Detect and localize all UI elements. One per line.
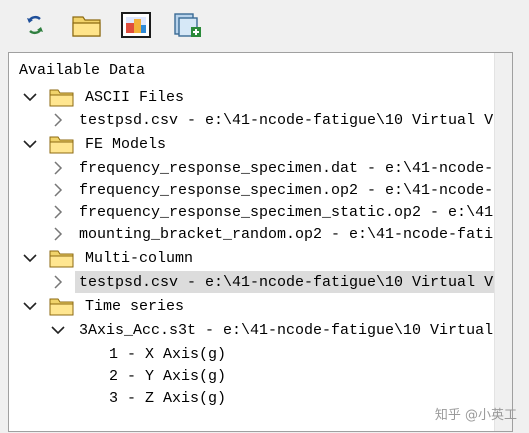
collapse-chevron-fe-item-2[interactable]: [49, 179, 67, 201]
chevron-right-icon: [54, 227, 63, 241]
chevron-down-icon: [23, 93, 37, 102]
tree-channel-z[interactable]: 3 - Z Axis(g): [109, 387, 226, 409]
folder-icon: [49, 89, 74, 107]
chevron-right-icon: [54, 205, 63, 219]
tree-root-label: Available Data: [19, 59, 145, 81]
tree-item-ascii-testpsd[interactable]: testpsd.csv - e:\41-ncode-fatigue\10 Vir…: [79, 109, 511, 131]
folder-icon-fe: [49, 133, 77, 155]
expand-chevron-multicol[interactable]: [21, 247, 39, 269]
tree-item-timeseries-3axis[interactable]: 3Axis_Acc.s3t - e:\41-ncode-fatigue\10 V…: [79, 319, 511, 341]
vertical-scrollbar[interactable]: [494, 53, 512, 431]
collapse-chevron-multicol-item[interactable]: [49, 271, 67, 293]
tree-item-fe-2[interactable]: frequency_response_specimen.op2 - e:\41-…: [79, 179, 511, 201]
tree-item-fe-4[interactable]: mounting_bracket_random.op2 - e:\41-ncod…: [79, 223, 511, 245]
open-folder-icon: [72, 16, 101, 37]
chevron-down-icon: [23, 254, 37, 263]
chevron-right-icon: [54, 113, 63, 127]
expand-chevron-timeseries[interactable]: [21, 295, 39, 317]
folder-icon: [49, 136, 74, 154]
add-data-button[interactable]: [170, 8, 204, 42]
add-data-icon: [174, 13, 201, 37]
chevron-right-icon: [54, 183, 63, 197]
collapse-chevron-fe-item-1[interactable]: [49, 157, 67, 179]
chevron-right-icon: [54, 275, 63, 289]
data-tree-panel[interactable]: Available Data ASCII Files testpsd.csv -…: [8, 52, 513, 432]
tree-item-fe-3[interactable]: frequency_response_specimen_static.op2 -…: [79, 201, 511, 223]
folder-icon-multicol: [49, 247, 77, 269]
refresh-button[interactable]: [18, 8, 52, 42]
open-folder-button[interactable]: [70, 8, 104, 42]
tree-group-multi-column[interactable]: Multi-column: [85, 247, 193, 269]
tree-channel-x[interactable]: 1 - X Axis(g): [109, 343, 226, 365]
chevron-down-icon: [51, 326, 65, 335]
collapse-chevron-fe-item-3[interactable]: [49, 201, 67, 223]
tree-group-fe-models[interactable]: FE Models: [85, 133, 166, 155]
folder-icon-ascii: [49, 86, 77, 108]
tree-item-fe-1[interactable]: frequency_response_specimen.dat - e:\41-…: [79, 157, 511, 179]
collapse-chevron-ascii-item[interactable]: [49, 109, 67, 131]
refresh-icon: [27, 16, 43, 34]
toolbar: [0, 0, 529, 48]
tree-item-multicol-testpsd-selected[interactable]: testpsd.csv - e:\41-ncode-fatigue\10 Vir…: [75, 271, 511, 293]
chevron-right-icon: [54, 161, 63, 175]
expand-chevron-fe[interactable]: [21, 133, 39, 155]
collapse-chevron-fe-item-4[interactable]: [49, 223, 67, 245]
chevron-down-icon: [23, 140, 37, 149]
tree-group-ascii-files[interactable]: ASCII Files: [85, 86, 184, 108]
display-button[interactable]: [119, 8, 153, 42]
expand-chevron-timeseries-item[interactable]: [49, 319, 67, 341]
watermark-text: 知乎 @小英工: [434, 408, 517, 423]
tree-channel-y[interactable]: 2 - Y Axis(g): [109, 365, 226, 387]
chevron-down-icon: [23, 302, 37, 311]
folder-icon: [49, 250, 74, 268]
tree-root-text: Available Data: [19, 61, 146, 79]
folder-icon: [49, 298, 74, 316]
display-icon: [121, 12, 151, 38]
expand-chevron-ascii[interactable]: [21, 86, 39, 108]
folder-icon-timeseries: [49, 295, 77, 317]
tree-group-time-series[interactable]: Time series: [85, 295, 184, 317]
